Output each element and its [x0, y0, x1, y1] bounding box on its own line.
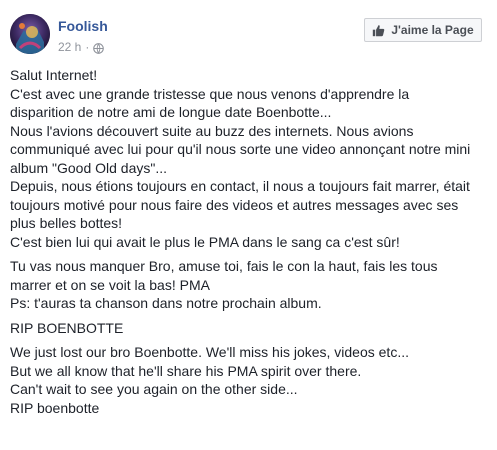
text-line: Depuis, nous étions toujours en contact,…	[10, 178, 470, 194]
text-line: toujours motivé pour nous faire des vide…	[10, 196, 459, 213]
paragraph: We just lost our bro Boenbotte. We'll mi…	[10, 343, 490, 417]
page-avatar[interactable]	[10, 14, 50, 54]
text-line: C'est bien lui qui avait le plus le PMA …	[10, 233, 400, 250]
paragraph: RIP BOENBOTTE	[10, 319, 490, 338]
text-line: plus belles bottes!	[10, 215, 123, 231]
text-line: communiqué avec lui pour qu'il nous sort…	[10, 141, 471, 157]
text-line: Salut Internet!	[10, 67, 98, 83]
like-page-label: J'aime la Page	[391, 23, 474, 37]
text-line: Ps: t'auras ta chanson dans notre procha…	[10, 295, 322, 311]
paragraph: Salut Internet! C'est avec une grande tr…	[10, 66, 490, 251]
text-line: But we all know that he'll share his PMA…	[10, 362, 362, 379]
meta-separator: ·	[85, 40, 90, 54]
text-line: Nous l'avions découvert suite au buzz de…	[10, 122, 414, 139]
post-meta: 22 h ·	[58, 39, 105, 55]
globe-icon	[93, 42, 105, 54]
like-page-button[interactable]: J'aime la Page	[364, 18, 482, 42]
text-line: RIP boenbotte	[10, 399, 100, 416]
post-header: Foolish 22 h · J'aime la Page	[0, 0, 497, 62]
text-line: Tu vas nous manquer Bro, amuse toi, fais…	[10, 258, 438, 274]
text-line: C'est avec une grande tristesse que nous…	[10, 85, 410, 102]
paragraph: Tu vas nous manquer Bro, amuse toi, fais…	[10, 257, 490, 313]
text-line: disparition de notre ami de longue date …	[10, 104, 332, 120]
thumbs-up-icon	[372, 24, 385, 37]
facebook-post: Foolish 22 h · J'aime la Page Salut Inte…	[0, 0, 497, 450]
page-name[interactable]: Foolish	[58, 17, 108, 35]
text-line: marrer et on se voit la bas! PMA	[10, 276, 210, 293]
post-timestamp[interactable]: 22 h	[58, 39, 81, 55]
text-line: Can't wait to see you again on the other…	[10, 381, 298, 397]
text-line: RIP BOENBOTTE	[10, 319, 124, 336]
text-line: We just lost our bro Boenbotte. We'll mi…	[10, 344, 409, 360]
post-body: Salut Internet! C'est avec une grande tr…	[10, 66, 490, 423]
text-line: album "Good Old days"...	[10, 159, 168, 176]
